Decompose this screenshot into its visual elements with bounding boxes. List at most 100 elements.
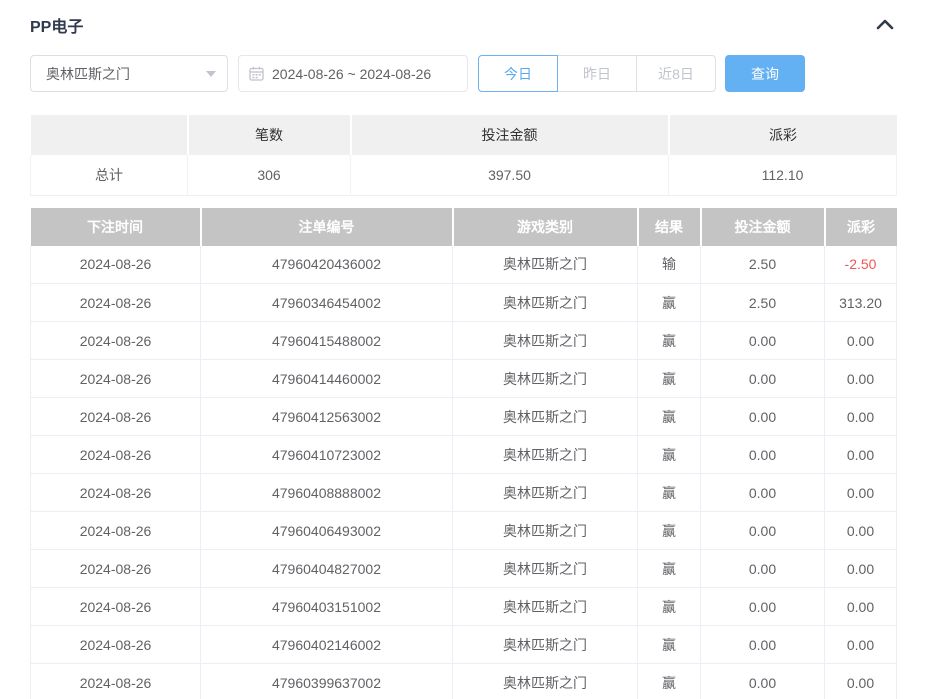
table-cell: 奥林匹斯之门 xyxy=(453,474,638,512)
table-cell: 0.00 xyxy=(701,360,825,398)
table-cell: 47960412563002 xyxy=(201,398,453,436)
panel-title: PP电子 xyxy=(30,13,83,37)
records-table: 下注时间 注单编号 游戏类别 结果 投注金额 派彩 2024-08-264796… xyxy=(30,208,897,699)
table-cell: -2.50 xyxy=(825,246,897,284)
chevron-up-icon xyxy=(876,18,894,33)
table-cell: 2024-08-26 xyxy=(31,322,201,360)
table-cell: 赢 xyxy=(638,626,701,664)
table-cell: 赢 xyxy=(638,664,701,699)
table-cell: 0.00 xyxy=(825,474,897,512)
table-cell: 47960399637002 xyxy=(201,664,453,699)
table-cell: 0.00 xyxy=(701,474,825,512)
table-row: 2024-08-2647960408888002奥林匹斯之门赢0.000.00 xyxy=(31,474,897,512)
table-cell: 2024-08-26 xyxy=(31,284,201,322)
table-row: 2024-08-2647960406493002奥林匹斯之门赢0.000.00 xyxy=(31,512,897,550)
date-range-value: 2024-08-26 ~ 2024-08-26 xyxy=(272,66,431,82)
quick-filter-yesterday[interactable]: 昨日 xyxy=(557,55,637,92)
quick-filter-last8days[interactable]: 近8日 xyxy=(636,55,716,92)
table-row: 2024-08-2647960412563002奥林匹斯之门赢0.000.00 xyxy=(31,398,897,436)
table-cell: 0.00 xyxy=(825,360,897,398)
table-cell: 2024-08-26 xyxy=(31,360,201,398)
table-cell: 2024-08-26 xyxy=(31,664,201,699)
table-row: 2024-08-2647960403151002奥林匹斯之门赢0.000.00 xyxy=(31,588,897,626)
table-cell: 奥林匹斯之门 xyxy=(453,588,638,626)
search-button[interactable]: 查询 xyxy=(725,55,805,92)
table-row: 2024-08-2647960414460002奥林匹斯之门赢0.000.00 xyxy=(31,360,897,398)
table-cell: 奥林匹斯之门 xyxy=(453,322,638,360)
table-cell: 2024-08-26 xyxy=(31,246,201,284)
table-cell: 2024-08-26 xyxy=(31,398,201,436)
table-cell: 0.00 xyxy=(825,550,897,588)
table-cell: 输 xyxy=(638,246,701,284)
table-row: 2024-08-2647960404827002奥林匹斯之门赢0.000.00 xyxy=(31,550,897,588)
game-select[interactable]: 奥林匹斯之门 xyxy=(30,55,228,92)
table-cell: 2024-08-26 xyxy=(31,436,201,474)
quick-filter-group: 今日 昨日 近8日 xyxy=(478,55,716,92)
table-cell: 0.00 xyxy=(701,436,825,474)
table-cell: 47960406493002 xyxy=(201,512,453,550)
table-cell: 0.00 xyxy=(825,398,897,436)
records-header-result: 结果 xyxy=(638,208,701,246)
table-cell: 0.00 xyxy=(701,550,825,588)
table-cell: 0.00 xyxy=(701,398,825,436)
table-cell: 奥林匹斯之门 xyxy=(453,284,638,322)
table-cell: 0.00 xyxy=(825,588,897,626)
table-cell: 0.00 xyxy=(701,664,825,699)
table-cell: 2024-08-26 xyxy=(31,512,201,550)
table-cell: 47960404827002 xyxy=(201,550,453,588)
table-cell: 0.00 xyxy=(701,512,825,550)
summary-header-payout: 派彩 xyxy=(669,115,897,155)
records-header-game-type: 游戏类别 xyxy=(453,208,638,246)
table-cell: 赢 xyxy=(638,474,701,512)
table-cell: 0.00 xyxy=(825,664,897,699)
records-header-bet-amount: 投注金额 xyxy=(701,208,825,246)
table-row: 2024-08-2647960402146002奥林匹斯之门赢0.000.00 xyxy=(31,626,897,664)
summary-header-blank xyxy=(31,115,188,155)
table-cell: 0.00 xyxy=(825,626,897,664)
table-cell: 赢 xyxy=(638,588,701,626)
collapse-button[interactable] xyxy=(874,14,896,36)
summary-header-count: 笔数 xyxy=(188,115,351,155)
table-cell: 313.20 xyxy=(825,284,897,322)
table-cell: 47960420436002 xyxy=(201,246,453,284)
table-cell: 赢 xyxy=(638,322,701,360)
table-cell: 47960346454002 xyxy=(201,284,453,322)
quick-filter-today[interactable]: 今日 xyxy=(478,55,558,92)
calendar-icon xyxy=(249,66,264,81)
table-row: 2024-08-2647960346454002奥林匹斯之门赢2.50313.2… xyxy=(31,284,897,322)
records-header-payout: 派彩 xyxy=(825,208,897,246)
table-row: 2024-08-2647960420436002奥林匹斯之门输2.50-2.50 xyxy=(31,246,897,284)
table-cell: 47960402146002 xyxy=(201,626,453,664)
records-table-body: 2024-08-2647960420436002奥林匹斯之门输2.50-2.50… xyxy=(31,246,897,699)
summary-table: 笔数 投注金额 派彩 总计 306 397.50 112.10 xyxy=(30,115,897,196)
table-cell: 奥林匹斯之门 xyxy=(453,664,638,699)
table-cell: 2024-08-26 xyxy=(31,550,201,588)
table-cell: 赢 xyxy=(638,360,701,398)
table-cell: 2024-08-26 xyxy=(31,474,201,512)
table-cell: 赢 xyxy=(638,436,701,474)
records-header-row: 下注时间 注单编号 游戏类别 结果 投注金额 派彩 xyxy=(31,208,897,246)
table-cell: 奥林匹斯之门 xyxy=(453,626,638,664)
table-row: 2024-08-2647960410723002奥林匹斯之门赢0.000.00 xyxy=(31,436,897,474)
date-range-input[interactable]: 2024-08-26 ~ 2024-08-26 xyxy=(238,55,468,92)
filter-bar: 奥林匹斯之门 20 xyxy=(30,55,896,92)
summary-total-payout: 112.10 xyxy=(669,155,897,195)
summary-total-label: 总计 xyxy=(31,155,188,195)
summary-total-bet-amount: 397.50 xyxy=(351,155,669,195)
table-cell: 奥林匹斯之门 xyxy=(453,436,638,474)
summary-header-bet-amount: 投注金额 xyxy=(351,115,669,155)
table-row: 2024-08-2647960399637002奥林匹斯之门赢0.000.00 xyxy=(31,664,897,699)
records-header-bet-id: 注单编号 xyxy=(201,208,453,246)
table-cell: 0.00 xyxy=(825,322,897,360)
table-cell: 47960414460002 xyxy=(201,360,453,398)
pp-electronic-panel: PP电子 奥林匹斯之门 xyxy=(0,0,926,699)
summary-total-row: 总计 306 397.50 112.10 xyxy=(31,155,897,195)
table-cell: 奥林匹斯之门 xyxy=(453,550,638,588)
game-select-value: 奥林匹斯之门 xyxy=(46,64,130,84)
table-row: 2024-08-2647960415488002奥林匹斯之门赢0.000.00 xyxy=(31,322,897,360)
table-cell: 0.00 xyxy=(701,322,825,360)
table-cell: 2024-08-26 xyxy=(31,626,201,664)
summary-header-row: 笔数 投注金额 派彩 xyxy=(31,115,897,155)
table-cell: 47960408888002 xyxy=(201,474,453,512)
table-cell: 2.50 xyxy=(701,284,825,322)
